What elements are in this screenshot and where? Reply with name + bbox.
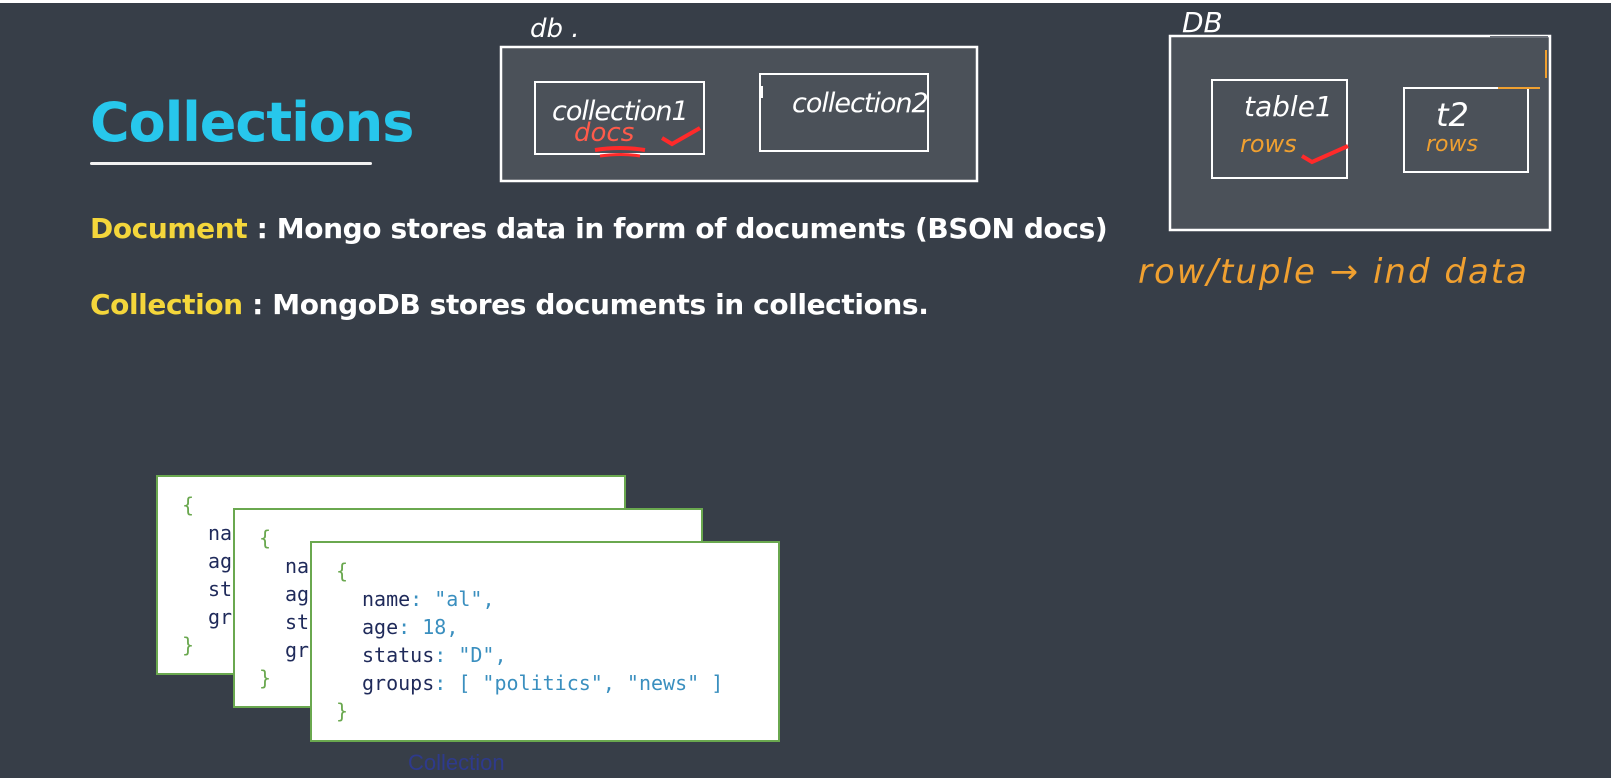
field-separator: : bbox=[398, 615, 423, 639]
table2-handwritten-label: t2 bbox=[1436, 96, 1469, 134]
field-value: [ "politics", "news" ] bbox=[458, 671, 724, 695]
document-field-age: age: 18, bbox=[336, 613, 778, 641]
document-field-status: status: "D", bbox=[336, 641, 778, 669]
row-tuple-note: row/tuple → ind data bbox=[1138, 252, 1529, 292]
brace-open: { bbox=[336, 559, 349, 583]
db-right-handwritten-label: DB bbox=[1182, 6, 1223, 39]
field-trail: , bbox=[494, 643, 507, 667]
rows2-handwritten-label: rows bbox=[1426, 132, 1478, 157]
table1-handwritten-label: table1 bbox=[1244, 90, 1333, 123]
highlight-underline bbox=[594, 146, 646, 152]
field-trail: , bbox=[446, 615, 459, 639]
document-field-name: name: "al", bbox=[336, 585, 778, 613]
collection2-handwritten-label: collection2 bbox=[792, 88, 929, 119]
docs-handwritten-label: docs bbox=[574, 118, 635, 148]
db-handwritten-label: db . bbox=[530, 14, 580, 44]
field-separator: : bbox=[410, 587, 435, 611]
field-value: "al" bbox=[434, 587, 483, 611]
rows1-handwritten-label: rows bbox=[1240, 130, 1297, 158]
db-right-box bbox=[1168, 34, 1552, 232]
field-value: 18 bbox=[422, 615, 447, 639]
brace-close: } bbox=[336, 699, 349, 723]
field-key: age bbox=[362, 615, 399, 639]
collection-caption: Collection bbox=[408, 750, 505, 775]
field-key: groups bbox=[362, 671, 435, 695]
field-value: "D" bbox=[458, 643, 495, 667]
document-field-groups: groups: [ "politics", "news" ] bbox=[336, 669, 778, 697]
field-key: status bbox=[362, 643, 435, 667]
field-key: name bbox=[362, 587, 411, 611]
document-card-front: { name: "al", age: 18, status: "D", grou… bbox=[310, 541, 780, 742]
field-trail: , bbox=[482, 587, 495, 611]
field-separator: : bbox=[434, 671, 459, 695]
highlight-underline bbox=[599, 153, 641, 158]
field-separator: : bbox=[434, 643, 459, 667]
